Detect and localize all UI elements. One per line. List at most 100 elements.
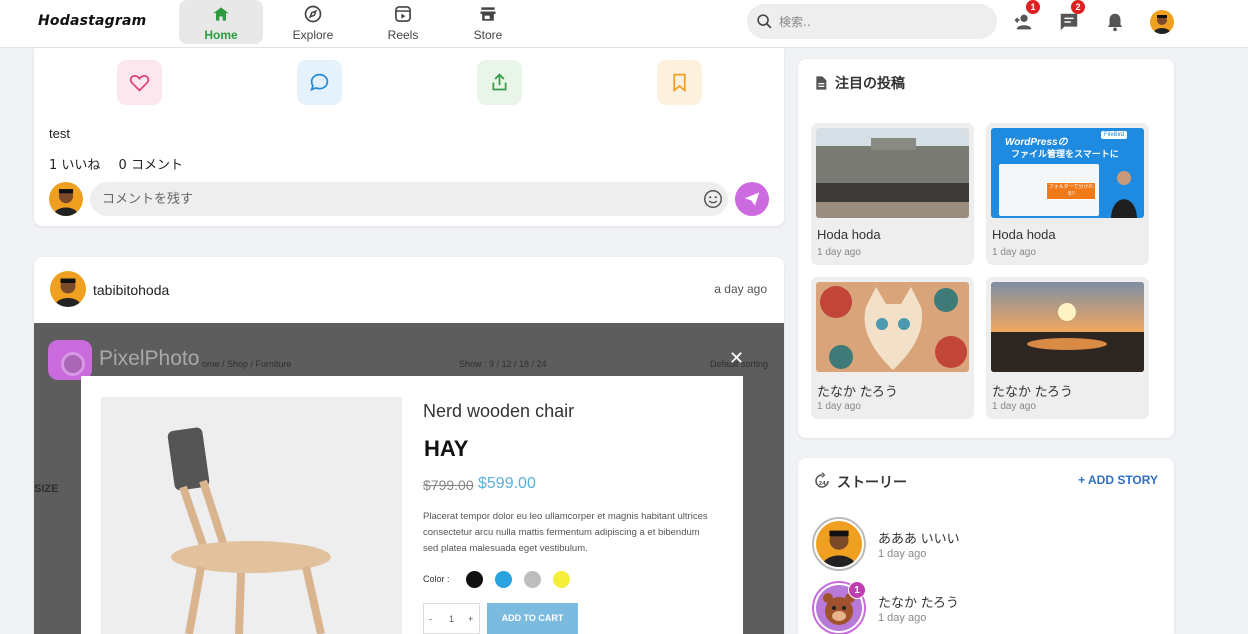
story-avatar [816,521,862,567]
svg-text:24: 24 [819,481,827,487]
thumb-subheading: ファイル管理をスマートに [1011,149,1119,159]
trending-thumbnail: WordPressの ファイル管理をスマートに FileBird フォルダーで分… [991,128,1144,218]
trending-post[interactable]: WordPressの ファイル管理をスマートに FileBird フォルダーで分… [986,123,1149,265]
trending-time: 1 day ago [817,401,861,412]
quantity-stepper: - 1 + [423,603,480,634]
speech-bubble-icon [310,73,329,91]
add-story-label: ADD STORY [1087,473,1158,487]
comment-box[interactable] [90,182,728,216]
search-bar[interactable] [747,4,997,39]
story-username: あああ いいい [878,531,960,546]
user-photo-icon [1153,15,1171,34]
chat-icon [1060,13,1078,31]
nav-store-label: Store [473,28,503,42]
comment-count[interactable]: 0 コメント [119,158,183,173]
app-logo[interactable]: Hodastagram [38,13,146,29]
nav-home-label: Home [204,28,238,42]
thumb-badge: FileBird [1101,131,1128,139]
notifications-button[interactable] [1104,11,1126,33]
story-time: 1 day ago [878,548,927,560]
story-item[interactable]: あああ いいい 1 day ago [812,517,1142,573]
trending-time: 1 day ago [817,247,861,258]
search-input[interactable] [779,12,979,32]
trending-time: 1 day ago [992,247,1036,258]
story-username: たなか たろう [878,595,959,610]
add-person-icon [1014,14,1032,30]
post-image[interactable]: PixelPhoto ome / Shop / Furniture Show :… [34,323,784,634]
bookmark-icon [673,73,686,93]
plus-icon: + [1078,473,1086,487]
emoji-icon[interactable] [702,188,724,210]
image-breadcrumb: ome / Shop / Furniture [202,359,292,369]
color-swatch [553,571,570,588]
thumb-callout: フォルダーで分けれる!! [1046,182,1096,200]
qty-plus: + [468,614,474,624]
nav-explore-label: Explore [292,28,334,42]
chair-photo [101,397,402,634]
post-card: tabibitohoda a day ago PixelPhoto ome / … [34,257,784,634]
paper-plane-icon [744,192,760,206]
thumb-heading: WordPressの [1005,137,1068,148]
author-avatar[interactable] [50,271,86,307]
friend-requests-badge: 1 [1026,0,1040,14]
trending-post[interactable]: たなか たろう 1 day ago [811,277,974,419]
sunset-photo [991,282,1144,372]
product-old-price: $799.00 [423,477,474,493]
trending-thumbnail [816,282,969,372]
color-swatch [495,571,512,588]
like-button[interactable] [117,60,162,105]
pixelphoto-logo-icon [48,340,92,380]
document-icon [816,76,827,90]
bell-icon [1107,13,1123,32]
send-comment-button[interactable] [735,182,769,216]
product-title: Nerd wooden chair [423,401,575,421]
add-story-button[interactable]: + ADD STORY [1078,473,1158,487]
trending-thumbnail [991,282,1144,372]
qty-value: 1 [449,614,455,624]
user-photo-icon [53,189,79,216]
stories-panel: 24 ストーリー + ADD STORY あああ いいい 1 day ago 1 … [798,458,1174,634]
trending-title: 注目の投稿 [835,75,905,91]
nav-home[interactable]: Home [179,0,263,44]
nav-store[interactable]: Store [446,0,530,44]
trending-post[interactable]: Hoda hoda 1 day ago [811,123,974,265]
person-figure [1111,171,1137,218]
messages-badge: 2 [1071,0,1085,14]
comment-input[interactable] [102,190,662,208]
trending-author: たなか たろう [817,384,898,399]
reels-icon [395,6,411,22]
nav-reels[interactable]: Reels [361,0,445,44]
user-photo-icon [821,530,857,567]
friend-requests-button[interactable]: 1 [1013,0,1040,33]
compass-icon [304,5,322,23]
bookmark-button[interactable] [657,60,702,105]
image-show-count: Show : 9 / 12 / 18 / 24 [459,359,547,369]
post-stats: 1 いいね 0 コメント [49,154,197,173]
trending-time: 1 day ago [992,401,1036,412]
share-button[interactable] [477,60,522,105]
story-time: 1 day ago [878,612,927,624]
product-description: Placerat tempor dolor eu leo ullamcorper… [423,511,708,554]
qty-minus: - [429,614,432,624]
messages-button[interactable]: 2 [1058,0,1085,33]
post-timestamp: a day ago [714,282,767,296]
comment-button[interactable] [297,60,342,105]
trending-author: Hoda hoda [992,227,1056,242]
story-item[interactable]: 1 たなか たろう 1 day ago [812,581,1142,634]
trending-posts-panel: 注目の投稿 Hoda hoda 1 day ago WordPressの ファイ… [798,59,1174,438]
palace-photo [816,128,969,218]
paper-cat-artwork [816,282,969,372]
color-label: Color : [423,574,450,584]
profile-avatar[interactable] [1150,10,1174,34]
search-icon [757,14,772,29]
nav-explore[interactable]: Explore [271,0,355,44]
like-count[interactable]: 1 いいね [49,158,100,173]
author-username[interactable]: tabibitohoda [93,282,169,298]
stories-title: ストーリー [837,474,907,490]
trending-post[interactable]: たなか たろう 1 day ago [986,277,1149,419]
trending-heading: 注目の投稿 [813,73,905,93]
image-product-modal: Nerd wooden chair HAY $799.00 $599.00 Pl… [81,376,743,634]
commenter-avatar [49,182,83,216]
story-count-badge: 1 [848,581,866,599]
close-icon: ✕ [729,348,745,368]
